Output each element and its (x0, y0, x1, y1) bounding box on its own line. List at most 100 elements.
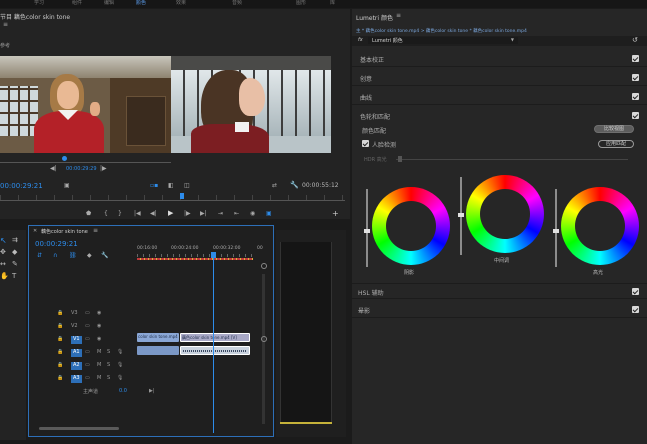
video-clip[interactable]: color skin tone.mp4 [V] (137, 333, 179, 342)
program-monitor-tab[interactable]: 节目 藕色color skin tone ≡ (0, 12, 80, 28)
section-checkbox[interactable] (632, 112, 639, 119)
program-scrubber[interactable] (0, 193, 345, 201)
sync-lock-icon[interactable]: ▭ (85, 349, 90, 357)
timeline-horizontal-scrollbar[interactable] (39, 427, 119, 430)
comparison-single-icon[interactable]: ▫▪ (150, 182, 158, 189)
pen-tool-icon[interactable]: ✎ (12, 260, 18, 268)
slider-knob[interactable] (458, 213, 464, 217)
comparison-split-icon[interactable]: ◫ (184, 182, 190, 189)
timeline-vertical-scrollbar[interactable] (262, 274, 265, 424)
section-vignette[interactable]: 晕影 (352, 302, 647, 318)
workspace-tab-audio[interactable]: 音频 (232, 0, 242, 6)
solo-icon[interactable]: S (107, 362, 110, 370)
midtones-slider[interactable] (458, 177, 464, 255)
section-checkbox[interactable] (632, 93, 639, 100)
razor-tool-icon[interactable]: ◆ (12, 248, 17, 256)
lock-icon[interactable]: 🔒 (57, 349, 63, 357)
add-marker-icon[interactable]: ⬟ (86, 210, 91, 217)
go-to-in-icon[interactable]: |◀ (134, 210, 141, 217)
lock-icon[interactable]: 🔒 (57, 310, 63, 318)
highlights-wheel[interactable] (561, 187, 639, 265)
sync-lock-icon[interactable]: ▭ (85, 310, 90, 318)
mute-icon[interactable]: M (97, 362, 101, 370)
workspace-tab-libraries[interactable]: 库 (330, 0, 335, 6)
lumetri-tab[interactable]: Lumetri 颜色 (356, 13, 393, 22)
hdr-slider-track[interactable] (396, 159, 628, 160)
time-ruler[interactable]: 00:16:00 00:00:24:00 00:00:32:00 00 (137, 244, 265, 264)
step-forward-icon[interactable]: |▶ (184, 210, 191, 217)
section-hsl-secondary[interactable]: HSL 辅助 (352, 283, 647, 299)
comparison-side-icon[interactable]: ◧ (168, 182, 174, 189)
timeline-timecode[interactable]: 00:00:29:21 (35, 240, 78, 248)
shadows-slider[interactable] (364, 189, 370, 267)
mark-out-icon[interactable]: } (118, 210, 122, 217)
reference-playhead[interactable] (62, 156, 67, 161)
comparison-view-button[interactable]: 比较视图 (594, 125, 634, 133)
go-to-out-icon[interactable]: ▶| (200, 210, 207, 217)
section-checkbox[interactable] (632, 288, 639, 295)
fit-icon[interactable]: ▣ (64, 182, 70, 189)
sync-lock-icon[interactable]: ▭ (85, 375, 90, 383)
workspace-tab-graphics[interactable]: 图形 (296, 0, 306, 6)
mic-icon[interactable]: 🎙 (117, 375, 123, 383)
sync-lock-icon[interactable]: ▭ (85, 362, 90, 370)
nest-icon[interactable]: ⇵ (37, 252, 42, 259)
lock-icon[interactable]: 🔒 (57, 362, 63, 370)
section-basic-correction[interactable]: 基本校正 (352, 51, 647, 67)
snap-icon[interactable]: ∩ (53, 252, 57, 259)
comparison-view-icon[interactable]: ▣ (266, 210, 272, 217)
reference-prev-icon[interactable]: ◀| (50, 165, 57, 172)
mute-icon[interactable]: M (97, 349, 101, 357)
section-creative[interactable]: 创意 (352, 70, 647, 86)
add-marker-timeline-icon[interactable]: ◆ (87, 252, 92, 259)
audio-clip[interactable] (137, 346, 179, 355)
mic-icon[interactable]: 🎙 (117, 362, 123, 370)
eye-icon[interactable]: ◉ (97, 310, 101, 318)
lock-icon[interactable]: 🔒 (57, 336, 63, 344)
extract-icon[interactable]: ⇤ (234, 210, 239, 217)
solo-icon[interactable]: S (107, 349, 110, 357)
timeline-scroll-circle[interactable] (261, 263, 267, 269)
slip-tool-icon[interactable]: ↔ (0, 260, 6, 268)
breadcrumb-text[interactable]: 主 * 藕色color skin tone.mp4 > 藕色color skin… (356, 29, 527, 34)
fx-icon[interactable]: fx (358, 37, 363, 43)
mark-in-icon[interactable]: { (104, 210, 108, 217)
track-select-icon[interactable]: ⇉ (12, 236, 18, 244)
wrench-icon[interactable]: 🔧 (290, 181, 299, 189)
slider-knob[interactable] (553, 229, 559, 233)
workspace-tab-learn[interactable]: 学习 (34, 0, 44, 6)
workspace-tab-effects[interactable]: 效果 (176, 0, 186, 6)
master-end-icon[interactable]: ▶| (149, 388, 155, 396)
type-tool-icon[interactable]: T (12, 272, 16, 280)
audio-clip-selected[interactable] (180, 346, 250, 355)
reference-scrubber[interactable] (0, 156, 171, 163)
slider-knob[interactable] (364, 229, 370, 233)
eye-icon[interactable]: ◉ (97, 323, 101, 331)
section-color-wheels[interactable]: 色轮和匹配 (352, 108, 647, 124)
section-checkbox[interactable] (632, 306, 639, 313)
reset-icon[interactable]: ↺ (632, 36, 638, 44)
workspace-tab-color[interactable]: 颜色 (136, 0, 146, 6)
midtones-wheel[interactable] (466, 175, 544, 253)
scroll-knob[interactable] (261, 336, 267, 342)
program-playhead[interactable] (180, 193, 184, 199)
selection-tool-icon[interactable]: ↖ (0, 236, 7, 245)
timeline-menu-icon[interactable]: ≡ (93, 227, 98, 234)
lumetri-menu-icon[interactable]: ≡ (396, 12, 401, 19)
swap-icon[interactable]: ⇄ (272, 182, 277, 189)
sync-lock-icon[interactable]: ▭ (85, 323, 90, 331)
timeline-settings-icon[interactable]: 🔧 (101, 252, 108, 259)
eye-icon[interactable]: ◉ (97, 336, 101, 344)
sync-lock-icon[interactable]: ▭ (85, 336, 90, 344)
apply-match-button[interactable]: 应用匹配 (598, 140, 634, 148)
linked-selection-icon[interactable]: ⛓ (69, 252, 77, 259)
playhead-timecode[interactable]: 00:00:29:21 (0, 182, 43, 190)
play-icon[interactable]: ▶ (168, 209, 173, 217)
section-checkbox[interactable] (632, 74, 639, 81)
ripple-edit-icon[interactable]: ✥ (0, 248, 6, 256)
hdr-slider-knob[interactable] (398, 156, 402, 162)
section-checkbox[interactable] (632, 55, 639, 62)
mute-icon[interactable]: M (97, 375, 101, 383)
video-clip-selected[interactable]: 藕色color skin tone.mp4 [V] (180, 333, 250, 342)
add-button-icon[interactable]: + (332, 209, 339, 218)
